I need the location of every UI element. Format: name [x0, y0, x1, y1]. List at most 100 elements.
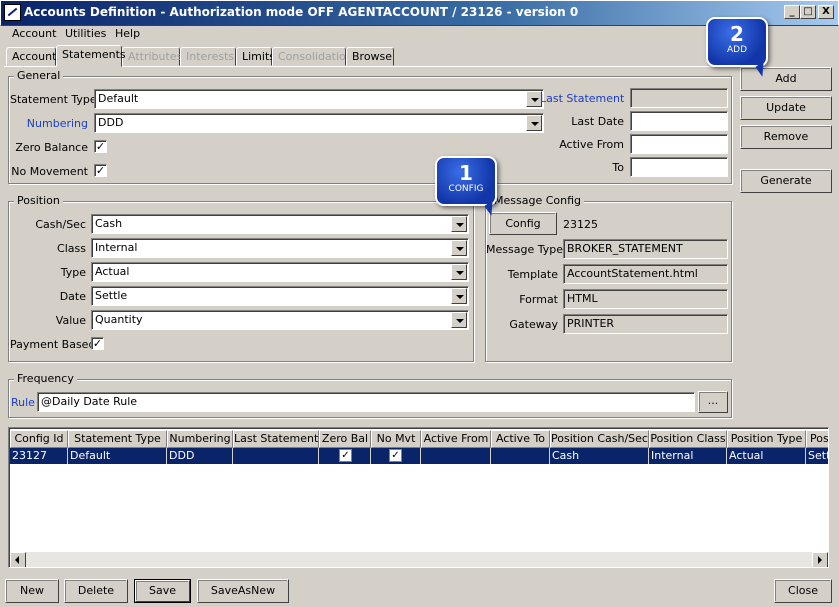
column-header[interactable]: Active To — [491, 430, 550, 448]
rule-field[interactable]: @Daily Date Rule — [37, 392, 695, 412]
to-label: To — [612, 161, 624, 174]
numbering-select[interactable]: DDD — [94, 113, 544, 133]
tab-statements[interactable]: Statements — [56, 45, 126, 67]
rule-label[interactable]: Rule — [11, 396, 35, 409]
update-button[interactable]: Update — [740, 96, 832, 120]
app-icon — [4, 4, 21, 21]
statement-type-label: Statement Type — [10, 93, 97, 106]
tab-interests[interactable]: Interests — [180, 47, 236, 66]
column-header[interactable]: Zero Bal — [319, 430, 371, 448]
cell-active-from — [421, 448, 491, 464]
table-row[interactable]: 23127 Default DDD ✓ ✓ Cash Internal Actu… — [10, 448, 828, 464]
last-statement-label[interactable]: Last Statement — [540, 92, 624, 105]
column-header[interactable]: Posit — [806, 430, 828, 448]
type-value: Actual — [95, 265, 130, 278]
class-label: Class — [57, 242, 86, 255]
column-header[interactable]: Last Statement — [233, 430, 319, 448]
active-from-label: Active From — [559, 138, 624, 151]
column-header[interactable]: Position Type — [727, 430, 806, 448]
class-value: Internal — [95, 241, 138, 254]
config-button[interactable]: Config — [489, 212, 557, 235]
position-group-title: Position — [14, 194, 63, 207]
to-field[interactable] — [630, 157, 728, 177]
cell-no-mvt: ✓ — [371, 448, 421, 464]
delete-button[interactable]: Delete — [64, 579, 128, 603]
minimize-button[interactable]: _ — [784, 5, 800, 19]
numbering-value: DDD — [98, 116, 124, 129]
column-header[interactable]: Numbering — [167, 430, 233, 448]
tab-account[interactable]: Account — [6, 47, 56, 66]
statement-type-select[interactable]: Default — [94, 89, 544, 109]
tab-browse[interactable]: Browse — [346, 47, 394, 66]
close-button[interactable]: Close — [774, 579, 832, 603]
tab-limits[interactable]: Limits — [236, 47, 275, 66]
last-date-field[interactable] — [630, 111, 728, 131]
general-group-title: General — [14, 69, 64, 82]
callout-add-number: 2 — [730, 22, 744, 46]
column-header[interactable]: Position Cash/Sec — [550, 430, 649, 448]
generate-button[interactable]: Generate — [740, 169, 832, 193]
window-title: Accounts Definition - Authorization mode… — [24, 5, 579, 19]
column-header[interactable]: Position Class — [649, 430, 727, 448]
cash-sec-select[interactable]: Cash — [91, 214, 469, 234]
cell-numbering: DDD — [167, 448, 233, 464]
remove-button[interactable]: Remove — [740, 125, 832, 149]
callout-add: 2 ADD — [706, 17, 771, 77]
chevron-down-icon[interactable] — [451, 264, 467, 280]
chevron-down-icon[interactable] — [451, 288, 467, 304]
type-label: Type — [60, 266, 86, 279]
column-header[interactable]: Config Id — [10, 430, 68, 448]
no-movement-label: No Movement — [11, 165, 88, 178]
value-select[interactable]: Quantity — [91, 310, 469, 330]
class-select[interactable]: Internal — [91, 238, 469, 258]
tab-consolidation[interactable]: Consolidation — [272, 47, 353, 66]
value-value: Quantity — [95, 313, 143, 326]
chevron-down-icon[interactable] — [451, 240, 467, 256]
no-movement-checkbox[interactable]: ✓ — [94, 164, 107, 177]
scroll-right-icon[interactable] — [812, 552, 828, 567]
save-button[interactable]: Save — [134, 579, 191, 603]
statements-grid[interactable]: Config Id Statement Type Numbering Last … — [8, 427, 829, 568]
frequency-group-title: Frequency — [14, 372, 77, 385]
tab-attributes[interactable]: Attributes — [122, 47, 182, 66]
save-as-new-button[interactable]: SaveAsNew — [197, 579, 289, 603]
column-header[interactable]: Active From — [421, 430, 491, 448]
message-config-group-title: Message Config — [491, 194, 585, 207]
payment-based-checkbox[interactable]: ✓ — [91, 337, 104, 350]
column-header[interactable]: Statement Type — [68, 430, 167, 448]
value-label: Value — [55, 314, 86, 327]
chevron-down-icon[interactable] — [451, 216, 467, 232]
column-header[interactable]: No Mvt — [371, 430, 421, 448]
cell-no-mvt-checkbox[interactable]: ✓ — [389, 449, 402, 462]
payment-based-label: Payment Based — [10, 338, 96, 351]
zero-balance-label: Zero Balance — [15, 141, 88, 154]
type-select[interactable]: Actual — [91, 262, 469, 282]
cell-last-statement — [233, 448, 319, 464]
menu-utilities[interactable]: Utilities — [65, 27, 106, 45]
format-field: HTML — [563, 289, 728, 309]
template-label: Template — [507, 268, 558, 281]
cell-posit: Settle — [808, 449, 828, 462]
callout-config: 1 CONFIG — [435, 156, 500, 216]
template-field: AccountStatement.html — [563, 264, 728, 284]
close-window-button[interactable]: X — [818, 5, 834, 19]
zero-balance-checkbox[interactable]: ✓ — [94, 140, 107, 153]
active-from-field[interactable] — [630, 134, 728, 154]
add-button[interactable]: Add — [740, 67, 832, 91]
cell-config-id: 23127 — [10, 448, 68, 464]
menu-account[interactable]: Account — [12, 27, 56, 45]
cell-zero-bal: ✓ — [319, 448, 371, 464]
cell-zero-bal-checkbox[interactable]: ✓ — [339, 449, 352, 462]
rule-browse-button[interactable]: ... — [698, 391, 728, 413]
menu-help[interactable]: Help — [115, 27, 140, 45]
new-button[interactable]: New — [5, 579, 59, 603]
maximize-button[interactable]: □ — [800, 5, 816, 19]
chevron-down-icon[interactable] — [451, 312, 467, 328]
date-select[interactable]: Settle — [91, 286, 469, 306]
cash-sec-value: Cash — [95, 217, 123, 230]
horizontal-scrollbar[interactable] — [10, 552, 828, 567]
numbering-label[interactable]: Numbering — [10, 117, 88, 130]
date-label: Date — [59, 290, 86, 303]
format-label: Format — [519, 293, 558, 306]
scroll-left-icon[interactable] — [10, 552, 26, 567]
